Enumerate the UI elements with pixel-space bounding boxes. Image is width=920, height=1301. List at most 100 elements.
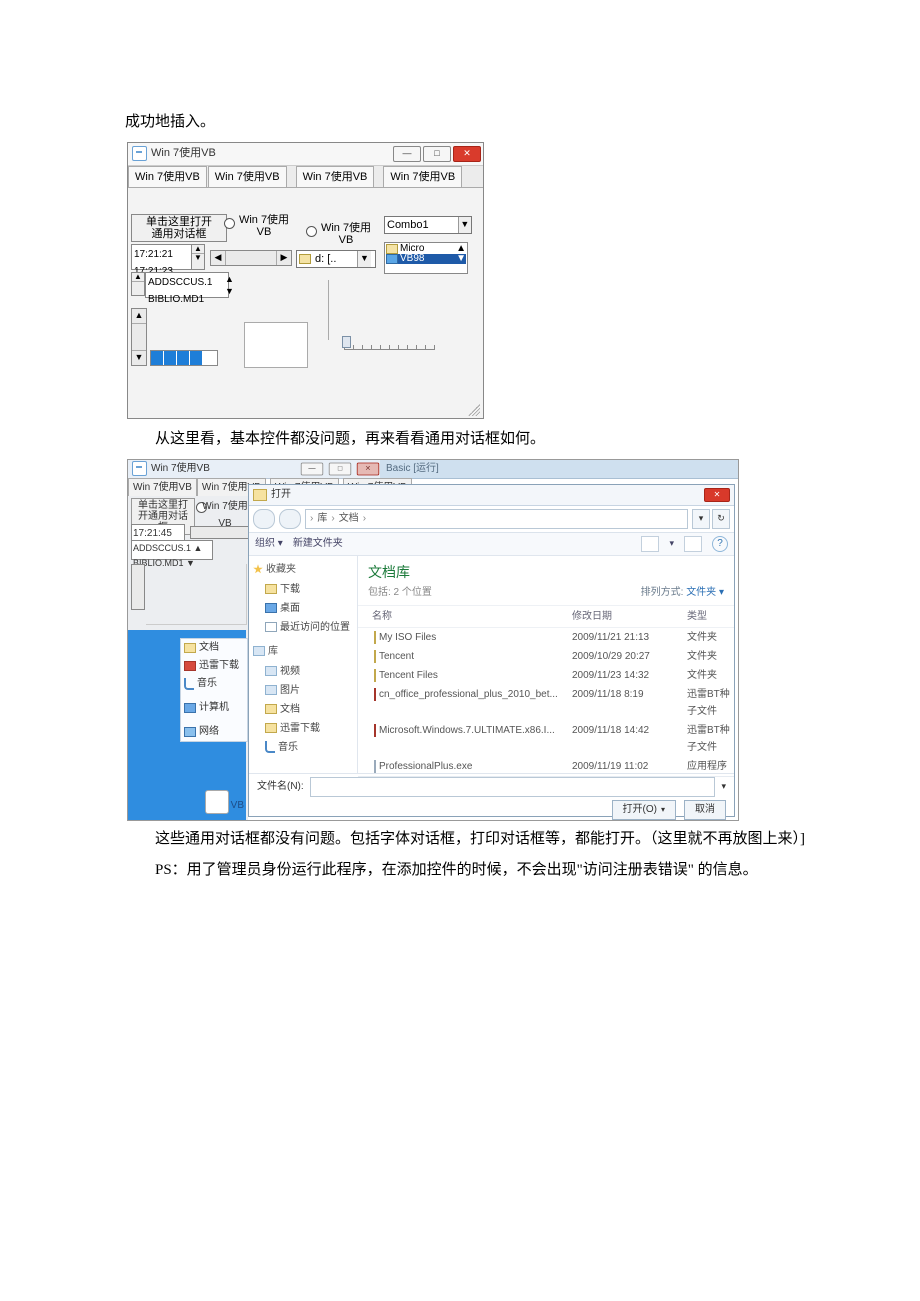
bg-v-scrollbar[interactable] <box>131 564 145 610</box>
breadcrumb[interactable]: 库 文档 <box>305 509 688 529</box>
list-spin[interactable]: ▲ <box>131 272 145 296</box>
scroll-down-icon[interactable]: ▼ <box>132 350 146 365</box>
file-listbox[interactable]: ADDSCCUS.1 BIBLIO.MD1 <box>145 272 229 298</box>
file-row[interactable]: Tencent2009/10/29 20:27文件夹 <box>358 647 734 666</box>
maximize-button[interactable] <box>329 462 351 475</box>
radio-1[interactable] <box>224 218 235 229</box>
forward-button[interactable] <box>279 509 301 529</box>
col-type[interactable]: 类型 <box>687 608 734 625</box>
bg-h-scrollbar[interactable] <box>190 526 252 539</box>
desktop-icon <box>265 603 277 613</box>
tab-2[interactable]: Win 7使用VB <box>208 166 287 188</box>
tab-3[interactable]: Win 7使用VB <box>296 166 375 188</box>
folder-icon <box>253 489 267 501</box>
open-button[interactable]: 打开(O) <box>612 800 676 820</box>
sidebar-item[interactable]: 迅雷下载 <box>199 658 239 674</box>
sidebar-desktop[interactable]: 桌面 <box>280 600 300 617</box>
preview-pane-button[interactable] <box>684 536 702 552</box>
chevron-down-icon[interactable]: ▼ <box>458 217 471 233</box>
time-line-1: 17:21:21 <box>134 246 192 263</box>
thunder-icon <box>184 661 196 671</box>
file-row[interactable]: cn_office_professional_plus_2010_bet...2… <box>358 685 734 721</box>
sidebar-item[interactable]: 音乐 <box>197 676 217 692</box>
sidebar-recent[interactable]: 最近访问的位置 <box>280 619 350 636</box>
sidebar-thunder[interactable]: 迅雷下载 <box>280 720 320 737</box>
combo-input[interactable] <box>385 218 458 232</box>
drive-combo[interactable]: ▼ <box>296 250 376 268</box>
slider[interactable] <box>344 342 434 356</box>
vb-shortcut-label: VB <box>231 797 244 814</box>
search-button[interactable]: ↻ <box>712 509 730 529</box>
col-date[interactable]: 修改日期 <box>572 608 687 625</box>
help-button[interactable]: ? <box>712 536 728 552</box>
sidebar-item[interactable]: 文档 <box>199 640 219 656</box>
sidebar-documents[interactable]: 文档 <box>280 701 300 718</box>
dialog-title: 打开 <box>271 486 291 503</box>
new-folder-button[interactable]: 新建文件夹 <box>293 535 343 552</box>
sort-mode-link[interactable]: 文件夹 ▾ <box>686 587 724 598</box>
download-icon <box>265 584 277 594</box>
sidebar-downloads[interactable]: 下载 <box>280 581 300 598</box>
v-scrollbar[interactable]: ▲▼ <box>131 308 147 366</box>
minimize-button[interactable] <box>393 146 421 162</box>
col-name[interactable]: 名称 <box>358 608 572 625</box>
thunder-dl-icon <box>265 723 277 733</box>
dir-listbox[interactable]: Micro▲ VB98▼ <box>384 242 468 274</box>
scroll-up-icon[interactable]: ▲ <box>132 309 146 324</box>
tab-1[interactable]: Win 7使用VB <box>128 166 207 188</box>
window-titlebar[interactable]: Win 7使用VB <box>128 143 483 166</box>
time-updown[interactable]: 17:21:21 17:21:23 <box>131 244 195 270</box>
sidebar-item[interactable]: 计算机 <box>199 700 229 716</box>
ide-titlebar: Basic [运行] <box>380 460 738 479</box>
folder-open-icon <box>386 254 398 264</box>
recent-icon <box>265 622 277 632</box>
view-mode-button[interactable] <box>641 536 659 552</box>
close-button[interactable]: ✕ <box>704 488 730 502</box>
file-list[interactable]: My ISO Files2009/11/21 21:13文件夹Tencent20… <box>358 628 734 776</box>
spin-buttons[interactable]: ▲▼ <box>191 244 205 270</box>
progress-bar <box>150 350 218 366</box>
refresh-button[interactable]: ▾ <box>692 509 710 529</box>
tab-4[interactable]: Win 7使用VB <box>383 166 462 188</box>
file-type-icon <box>374 669 376 682</box>
file-item-1: ADDSCCUS.1 <box>148 274 226 291</box>
open-common-dialog-button[interactable]: 单击这里打开 通用对话框 <box>131 214 227 242</box>
sidebar-videos[interactable]: 视频 <box>280 663 300 680</box>
paragraph-2: 从这里看，基本控件都没问题，再来看看通用对话框如何。 <box>125 427 805 453</box>
organize-menu[interactable]: 组织 ▾ <box>255 535 283 552</box>
dialog-titlebar[interactable]: 打开 ✕ <box>249 485 734 506</box>
desktop-vb-icon[interactable]: VB <box>196 784 244 814</box>
filename-label: 文件名(N): <box>257 778 304 795</box>
bg-list-1: ADDSCCUS.1 ▲ <box>133 541 211 556</box>
list-down-icon[interactable]: ▼ <box>225 284 234 299</box>
documents-icon <box>265 704 277 714</box>
picture-box <box>244 322 308 368</box>
h-scrollbar[interactable]: ◀▶ <box>210 250 292 266</box>
close-button[interactable] <box>453 146 481 162</box>
file-list-header[interactable]: 名称 修改日期 类型 <box>358 605 734 628</box>
maximize-button[interactable] <box>423 146 451 162</box>
resize-grip-icon[interactable] <box>468 404 480 416</box>
breadcrumb-2[interactable]: 文档 <box>339 510 359 527</box>
bg-file-listbox[interactable]: ADDSCCUS.1 ▲ BIBLIO.MD1 ▼ <box>131 540 213 560</box>
close-button[interactable] <box>357 462 379 475</box>
scroll-left-icon[interactable]: ◀ <box>211 251 226 265</box>
back-button[interactable] <box>253 509 275 529</box>
tab-1[interactable]: Win 7使用VB <box>128 478 197 496</box>
cancel-button[interactable]: 取消 <box>684 800 726 820</box>
radio-2[interactable] <box>306 226 317 237</box>
sidebar-pictures[interactable]: 图片 <box>280 682 300 699</box>
combo-box[interactable]: ▼ <box>384 216 472 234</box>
file-row[interactable]: Microsoft.Windows.7.ULTIMATE.x86.I...200… <box>358 721 734 757</box>
scroll-right-icon[interactable]: ▶ <box>276 251 291 265</box>
sidebar-item[interactable]: 网络 <box>199 724 219 740</box>
breadcrumb-1[interactable]: 库 <box>317 510 327 527</box>
chevron-down-icon[interactable]: ▼ <box>357 251 371 267</box>
drive-value[interactable] <box>313 252 357 266</box>
filename-input[interactable] <box>310 777 716 797</box>
file-row[interactable]: Tencent Files2009/11/23 14:32文件夹 <box>358 666 734 685</box>
folder-icon <box>184 643 196 653</box>
sidebar-music[interactable]: 音乐 <box>278 739 298 756</box>
file-row[interactable]: My ISO Files2009/11/21 21:13文件夹 <box>358 628 734 647</box>
minimize-button[interactable] <box>301 462 323 475</box>
